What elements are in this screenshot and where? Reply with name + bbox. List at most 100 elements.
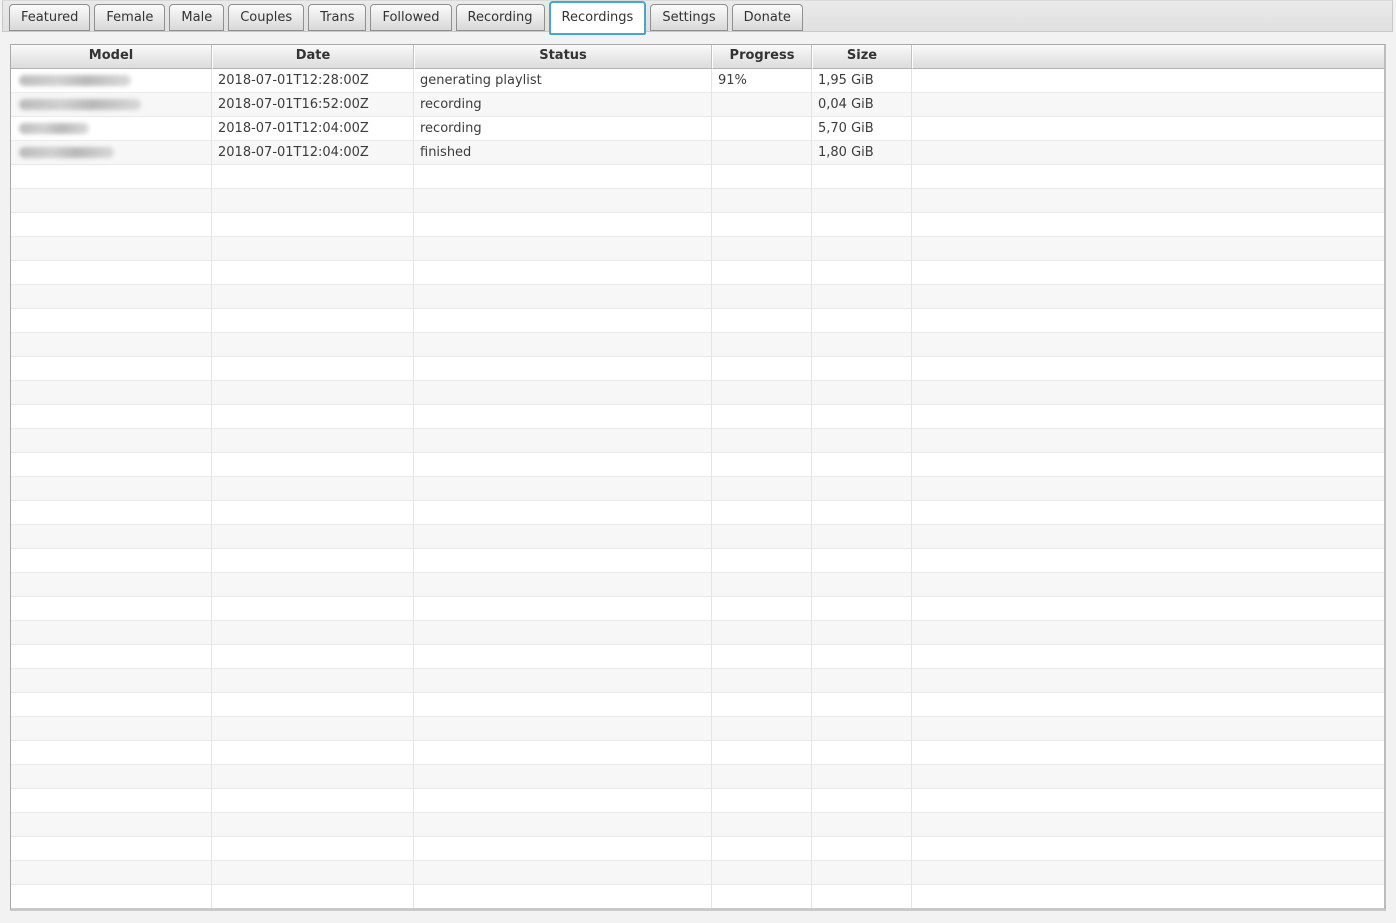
empty-cell-model: [11, 381, 212, 405]
empty-cell-progress: [712, 405, 812, 429]
header-cell-size[interactable]: Size: [812, 45, 912, 69]
header-cell-status[interactable]: Status: [414, 45, 712, 69]
empty-cell-extra: [912, 333, 1384, 357]
cell-status: generating playlist: [414, 69, 712, 93]
tab-donate[interactable]: Donate: [732, 4, 803, 31]
empty-cell-status: [414, 597, 712, 621]
empty-cell-status: [414, 525, 712, 549]
cell-model: [11, 117, 212, 141]
empty-cell-date: [212, 165, 414, 189]
empty-cell-date: [212, 405, 414, 429]
cell-date: 2018-07-01T12:28:00Z: [212, 69, 414, 93]
empty-cell-status: [414, 717, 712, 741]
empty-cell-size: [812, 213, 912, 237]
empty-cell-size: [812, 429, 912, 453]
empty-row: [11, 573, 1384, 597]
cell-model: [11, 69, 212, 93]
empty-cell-model: [11, 189, 212, 213]
header-cell-progress[interactable]: Progress: [712, 45, 812, 69]
header-cell-date[interactable]: Date: [212, 45, 414, 69]
empty-row: [11, 597, 1384, 621]
empty-cell-size: [812, 381, 912, 405]
tab-recordings[interactable]: Recordings: [549, 1, 647, 35]
tab-settings[interactable]: Settings: [650, 4, 727, 31]
empty-cell-extra: [912, 669, 1384, 693]
tab-featured[interactable]: Featured: [9, 4, 90, 31]
empty-row: [11, 453, 1384, 477]
table-row[interactable]: 2018-07-01T12:04:00Zfinished1,80 GiB: [11, 141, 1384, 165]
tab-female[interactable]: Female: [94, 4, 165, 31]
empty-cell-extra: [912, 693, 1384, 717]
empty-cell-date: [212, 261, 414, 285]
empty-cell-date: [212, 885, 414, 909]
empty-row: [11, 765, 1384, 789]
empty-cell-size: [812, 621, 912, 645]
table-row[interactable]: 2018-07-01T16:52:00Zrecording0,04 GiB: [11, 93, 1384, 117]
empty-cell-progress: [712, 861, 812, 885]
empty-cell-extra: [912, 429, 1384, 453]
cell-status: finished: [414, 141, 712, 165]
tab-trans[interactable]: Trans: [308, 4, 366, 31]
cell-progress: [712, 93, 812, 117]
empty-cell-date: [212, 789, 414, 813]
empty-cell-size: [812, 789, 912, 813]
empty-cell-date: [212, 237, 414, 261]
empty-cell-size: [812, 501, 912, 525]
tab-bar: FeaturedFemaleMaleCouplesTransFollowedRe…: [2, 0, 1393, 32]
empty-cell-date: [212, 597, 414, 621]
empty-cell-date: [212, 837, 414, 861]
empty-row: [11, 693, 1384, 717]
tab-followed[interactable]: Followed: [370, 4, 451, 31]
empty-cell-date: [212, 333, 414, 357]
empty-row: [11, 213, 1384, 237]
tab-male[interactable]: Male: [169, 4, 224, 31]
empty-cell-size: [812, 165, 912, 189]
empty-cell-size: [812, 237, 912, 261]
empty-cell-date: [212, 501, 414, 525]
empty-cell-progress: [712, 549, 812, 573]
header-cell-extra[interactable]: [912, 45, 1384, 69]
empty-cell-progress: [712, 741, 812, 765]
empty-row: [11, 645, 1384, 669]
table-row[interactable]: 2018-07-01T12:28:00Zgenerating playlist9…: [11, 69, 1384, 93]
cell-status: recording: [414, 117, 712, 141]
empty-cell-status: [414, 813, 712, 837]
empty-row: [11, 885, 1384, 909]
empty-cell-model: [11, 765, 212, 789]
empty-cell-date: [212, 453, 414, 477]
empty-cell-status: [414, 837, 712, 861]
cell-size: 1,95 GiB: [812, 69, 912, 93]
empty-row: [11, 405, 1384, 429]
table-header: ModelDateStatusProgressSize: [11, 45, 1384, 69]
empty-cell-date: [212, 669, 414, 693]
tab-recording[interactable]: Recording: [456, 4, 545, 31]
empty-cell-size: [812, 405, 912, 429]
cell-status: recording: [414, 93, 712, 117]
empty-cell-extra: [912, 645, 1384, 669]
empty-cell-size: [812, 333, 912, 357]
empty-cell-size: [812, 525, 912, 549]
empty-cell-model: [11, 813, 212, 837]
empty-cell-progress: [712, 261, 812, 285]
empty-cell-extra: [912, 717, 1384, 741]
empty-cell-extra: [912, 261, 1384, 285]
cell-size: 1,80 GiB: [812, 141, 912, 165]
empty-cell-extra: [912, 621, 1384, 645]
empty-row: [11, 501, 1384, 525]
empty-row: [11, 285, 1384, 309]
empty-cell-progress: [712, 693, 812, 717]
empty-cell-date: [212, 813, 414, 837]
empty-cell-size: [812, 885, 912, 909]
empty-cell-model: [11, 453, 212, 477]
header-cell-model[interactable]: Model: [11, 45, 212, 69]
empty-cell-progress: [712, 717, 812, 741]
tab-couples[interactable]: Couples: [228, 4, 304, 31]
empty-row: [11, 861, 1384, 885]
empty-cell-model: [11, 885, 212, 909]
empty-cell-progress: [712, 213, 812, 237]
empty-cell-model: [11, 861, 212, 885]
table-row[interactable]: 2018-07-01T12:04:00Zrecording5,70 GiB: [11, 117, 1384, 141]
empty-cell-model: [11, 669, 212, 693]
empty-cell-extra: [912, 861, 1384, 885]
empty-cell-size: [812, 645, 912, 669]
